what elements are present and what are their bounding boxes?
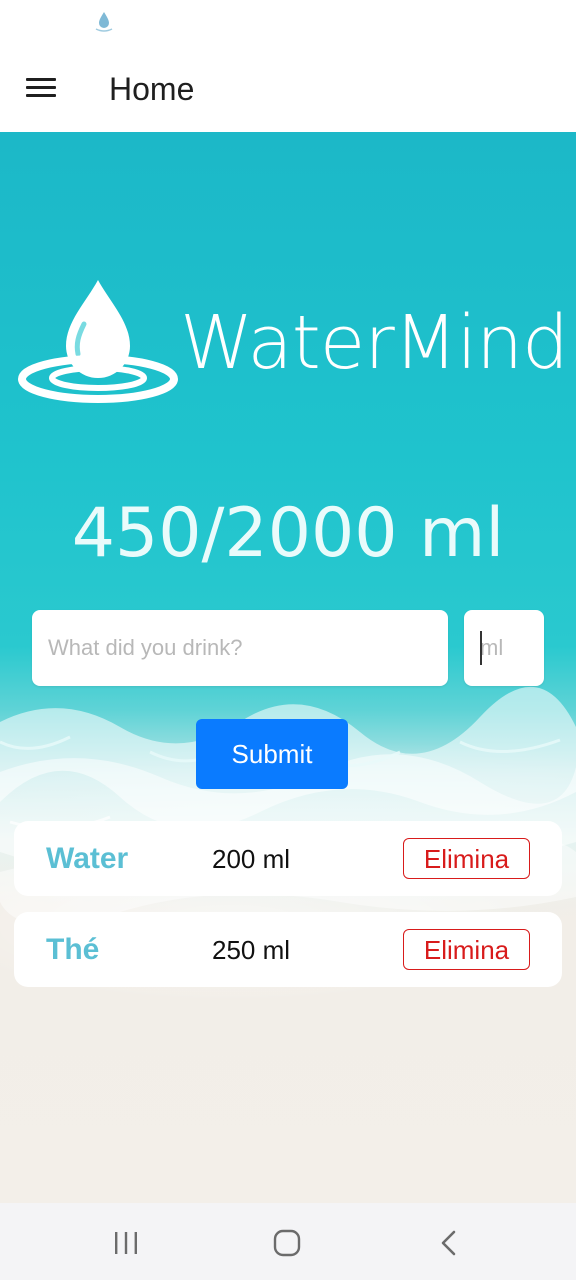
brand-name: WaterMind [180, 300, 569, 386]
main-content: WaterMind 450/2000 ml Submit Water 200 m… [0, 132, 576, 1203]
drink-name: Water [46, 842, 129, 875]
home-icon[interactable] [273, 1229, 301, 1257]
amount-ml-input[interactable] [464, 610, 544, 686]
water-drop-ripple-logo [18, 280, 178, 403]
recents-icon[interactable] [112, 1231, 140, 1255]
page-title: Home [109, 71, 195, 107]
drink-name-input[interactable] [32, 610, 448, 686]
delete-button[interactable]: Elimina [403, 929, 530, 970]
list-item: Thé 250 ml Elimina [14, 912, 562, 987]
water-drop-icon [95, 12, 113, 32]
list-item: Water 200 ml Elimina [14, 821, 562, 896]
app-bar: Home [0, 44, 576, 132]
drink-amount: 200 ml [212, 844, 291, 874]
delete-button[interactable]: Elimina [403, 838, 530, 879]
status-bar [0, 0, 576, 44]
back-icon[interactable] [438, 1229, 460, 1257]
drink-amount: 250 ml [212, 935, 291, 965]
drink-name: Thé [46, 933, 100, 966]
system-nav-bar [0, 1203, 576, 1280]
submit-button[interactable]: Submit [196, 719, 348, 789]
daily-progress: 450/2000 ml [71, 494, 505, 573]
hamburger-menu-icon[interactable] [20, 70, 62, 106]
text-cursor [480, 631, 482, 665]
